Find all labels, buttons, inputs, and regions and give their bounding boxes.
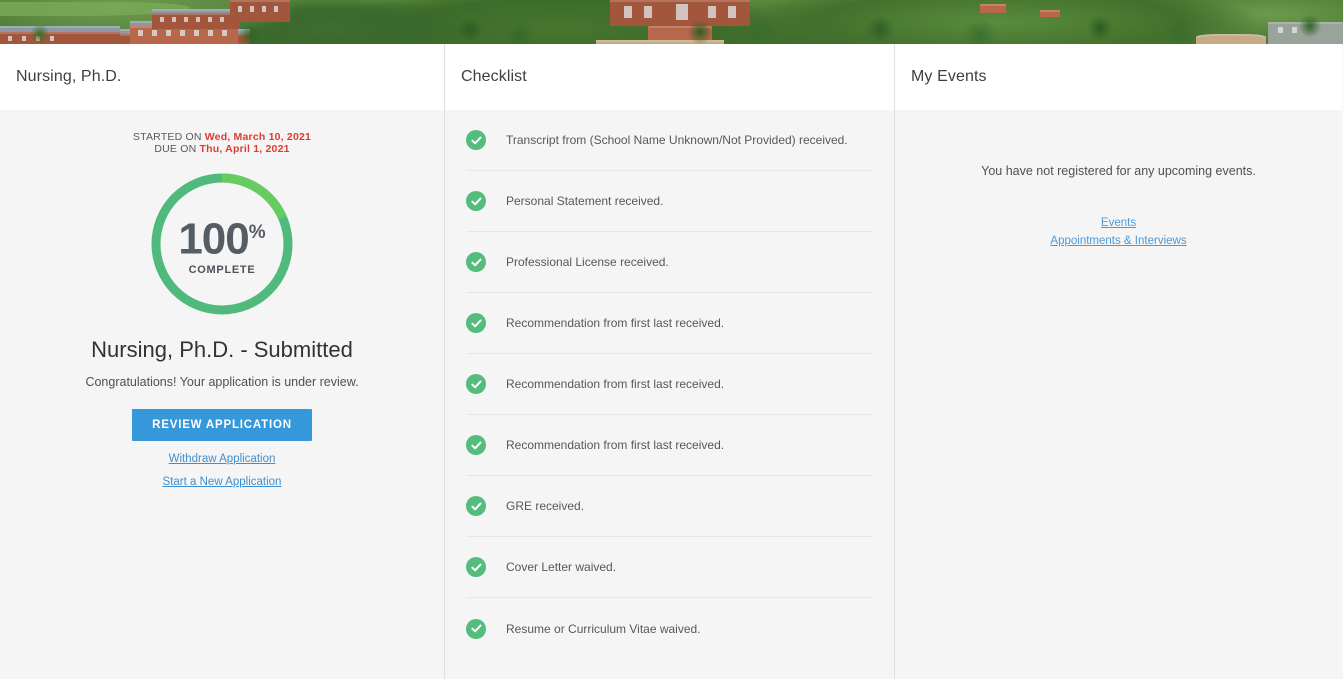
banner-tree-canopy [0,0,1343,44]
my-events-panel-body: You have not registered for any upcoming… [895,110,1342,679]
application-panel-header: Nursing, Ph.D. [0,44,444,110]
progress-label: COMPLETE [189,264,256,276]
checklist-row-label: Professional License received. [506,255,669,269]
started-on-label: STARTED ON [133,131,202,143]
checklist-items: Transcript from (School Name Unknown/Not… [445,110,894,659]
review-application-button[interactable]: REVIEW APPLICATION [132,409,312,441]
checklist-title: Checklist [461,68,527,86]
checklist-row-label: Recommendation from first last received. [506,316,724,330]
checklist-row-label: Personal Statement received. [506,194,663,208]
my-events-link[interactable]: Appointments & Interviews [895,235,1342,247]
checklist-row: Recommendation from first last received. [466,293,873,354]
checklist-row: Recommendation from first last received. [466,354,873,415]
progress-ring: 100% COMPLETE [151,173,293,315]
checklist-row: Personal Statement received. [466,171,873,232]
my-events-link[interactable]: Events [895,217,1342,229]
application-panel-body: STARTED ON Wed, March 10, 2021 DUE ON Th… [0,110,444,679]
due-on-row: DUE ON Thu, April 1, 2021 [0,144,444,156]
campus-banner-image [0,0,1343,44]
check-circle-icon [466,496,486,516]
checklist-row-label: Cover Letter waived. [506,560,616,574]
progress-ring-text: 100% COMPLETE [151,173,293,315]
checklist-panel-header: Checklist [445,44,894,110]
progress-percent-sign: % [249,222,266,243]
check-circle-icon [466,619,486,639]
checklist-row: Recommendation from first last received. [466,415,873,476]
withdraw-application-link[interactable]: Withdraw Application [169,453,276,465]
checklist-row-label: Transcript from (School Name Unknown/Not… [506,133,848,147]
checklist-row: Transcript from (School Name Unknown/Not… [466,110,873,171]
my-events-panel-header: My Events [895,44,1342,110]
check-circle-icon [466,252,486,272]
checklist-panel: Checklist Transcript from (School Name U… [445,44,895,679]
application-status-heading: Nursing, Ph.D. - Submitted [0,337,444,363]
check-circle-icon [466,191,486,211]
checklist-panel-body: Transcript from (School Name Unknown/Not… [445,110,894,679]
checklist-row-label: Recommendation from first last received. [506,377,724,391]
check-circle-icon [466,374,486,394]
application-dates: STARTED ON Wed, March 10, 2021 DUE ON Th… [0,110,444,155]
application-status-page: Nursing, Ph.D. STARTED ON Wed, March 10,… [0,0,1343,679]
checklist-row-label: GRE received. [506,499,584,513]
checklist-row: Professional License received. [466,232,873,293]
checklist-row: Cover Letter waived. [466,537,873,598]
checklist-row-label: Recommendation from first last received. [506,438,724,452]
checklist-row-label: Resume or Curriculum Vitae waived. [506,622,701,636]
due-on-value: Thu, April 1, 2021 [200,143,290,155]
checklist-row: GRE received. [466,476,873,537]
check-circle-icon [466,557,486,577]
my-events-links: Events Appointments & Interviews [895,178,1342,247]
dashboard-columns: Nursing, Ph.D. STARTED ON Wed, March 10,… [0,44,1343,679]
my-events-empty-message: You have not registered for any upcoming… [895,110,1342,178]
check-circle-icon [466,435,486,455]
application-panel: Nursing, Ph.D. STARTED ON Wed, March 10,… [0,44,445,679]
progress-percent-value: 100 [178,215,248,264]
progress-percent-wrap: 100% [178,212,265,261]
page-title: Nursing, Ph.D. [16,68,121,86]
check-circle-icon [466,313,486,333]
start-new-application-row: Start a New Application [0,472,444,490]
my-events-panel: My Events You have not registered for an… [895,44,1342,679]
checklist-row: Resume or Curriculum Vitae waived. [466,598,873,659]
started-on-value: Wed, March 10, 2021 [205,131,311,143]
review-application-button-wrap: REVIEW APPLICATION [0,409,444,441]
withdraw-application-row: Withdraw Application [0,449,444,467]
check-circle-icon [466,130,486,150]
due-on-label: DUE ON [154,143,196,155]
my-events-title: My Events [911,68,987,86]
start-new-application-link[interactable]: Start a New Application [163,476,282,488]
application-status-subtext: Congratulations! Your application is und… [0,375,444,389]
